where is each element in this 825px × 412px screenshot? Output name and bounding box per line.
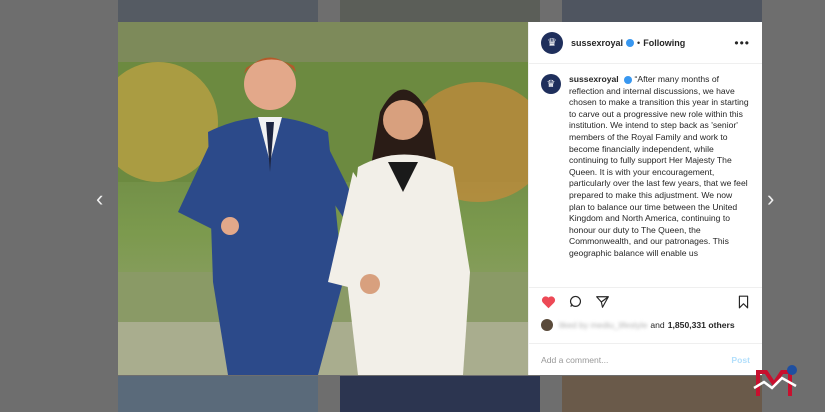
post-comment-button[interactable]: Post <box>731 355 750 365</box>
comment-icon[interactable] <box>568 295 583 309</box>
post-image <box>118 22 528 375</box>
caption-avatar[interactable]: ♛ <box>541 74 561 94</box>
post-header: ♛ sussexroyal • Following ••• <box>529 22 762 64</box>
liked-by-blurred: liked by mediu_lifestyle <box>559 320 648 330</box>
caption-body: “After many months of reflection and int… <box>569 74 749 258</box>
separator-dot: • <box>637 37 641 48</box>
feed-tile[interactable] <box>562 376 762 412</box>
post-sidebar: ♛ sussexroyal • Following ••• ♛ sussexro… <box>528 22 762 375</box>
share-icon[interactable] <box>595 295 610 309</box>
feed-tile[interactable] <box>340 0 540 22</box>
comment-input[interactable]: Add a comment... <box>541 355 608 365</box>
feed-tile[interactable] <box>340 376 540 412</box>
caption-username[interactable]: sussexroyal <box>569 74 619 84</box>
caption-block: ♛ sussexroyal “After many months of refl… <box>529 64 762 287</box>
feed-tile[interactable] <box>118 376 318 412</box>
likes-row: liked by mediu_lifestyle and 1,850,331 o… <box>529 315 762 335</box>
liker-avatar[interactable] <box>541 319 553 331</box>
verified-icon <box>626 38 635 47</box>
action-bar <box>529 287 762 315</box>
post-photo[interactable] <box>118 22 528 375</box>
liked-and-label: and <box>650 320 665 330</box>
heart-icon[interactable] <box>541 295 556 309</box>
username-link[interactable]: sussexroyal <box>571 38 623 48</box>
likes-count-link[interactable]: 1,850,331 others <box>668 320 735 330</box>
bookmark-icon[interactable] <box>737 295 750 309</box>
feed-tile[interactable] <box>118 0 318 22</box>
feed-tile[interactable] <box>562 0 762 22</box>
next-post-button[interactable]: › <box>767 188 774 210</box>
verified-icon <box>624 75 633 84</box>
comment-row: Add a comment... Post <box>529 343 762 375</box>
post-modal: ♛ sussexroyal • Following ••• ♛ sussexro… <box>118 22 762 375</box>
previous-post-button[interactable]: ‹ <box>96 188 103 210</box>
following-button[interactable]: Following <box>643 38 685 48</box>
watermark-logo <box>752 362 800 402</box>
profile-avatar[interactable]: ♛ <box>541 31 563 54</box>
more-options-icon[interactable]: ••• <box>734 36 750 50</box>
caption-text: sussexroyal “After many months of reflec… <box>569 74 750 287</box>
